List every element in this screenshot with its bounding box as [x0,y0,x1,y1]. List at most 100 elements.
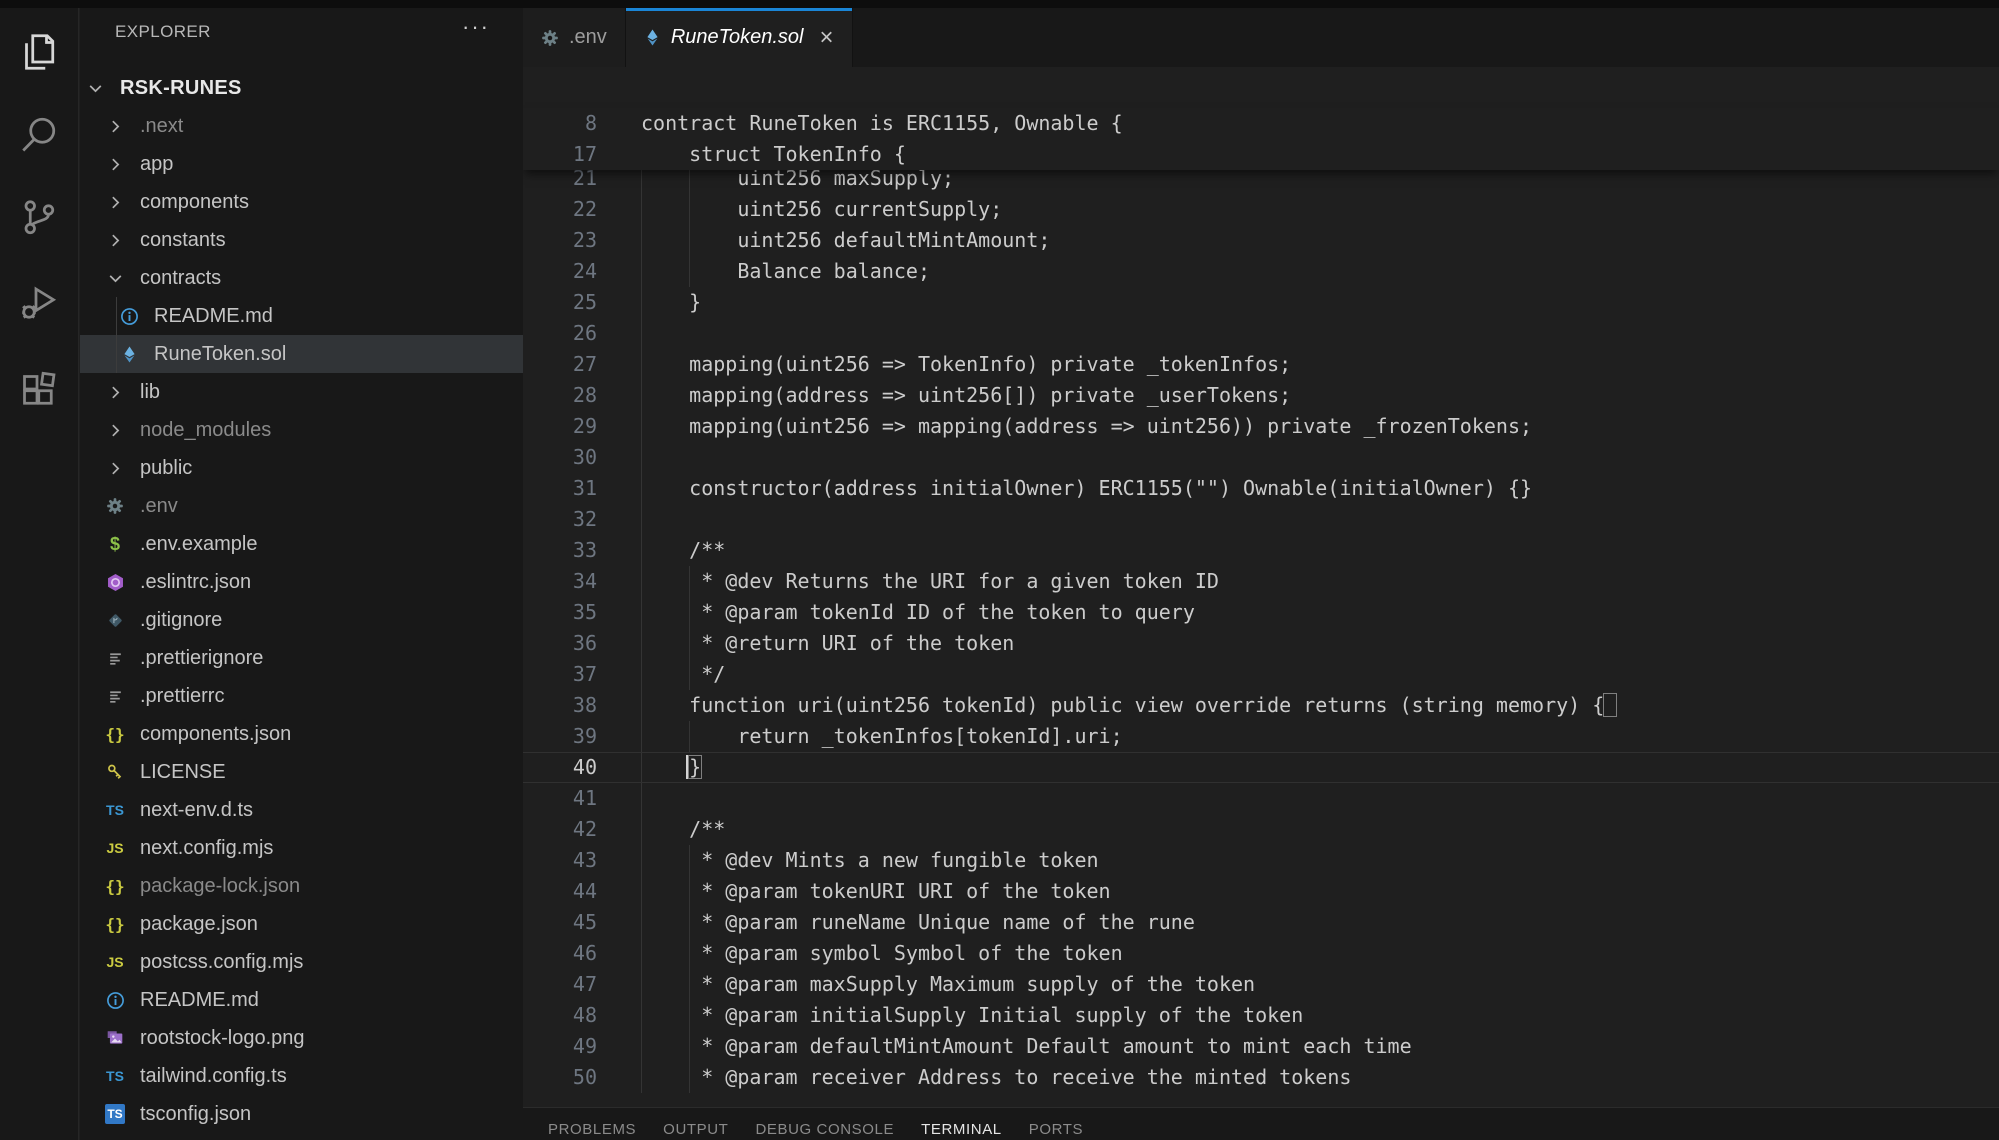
line-number: 37 [523,659,597,690]
more-actions-icon[interactable]: ··· [462,14,490,40]
line-number: 35 [523,597,597,628]
tree-item-components-json[interactable]: {}components.json [80,715,523,753]
panel-tab-debug-console[interactable]: DEBUG CONSOLE [755,1108,894,1140]
vscode-window: EXPLORER ··· RSK-RUNES.nextappcomponents… [0,0,1999,1140]
code-line-44[interactable]: 44 * @param tokenURI URI of the token [523,876,1999,907]
code-line-33[interactable]: 33 /** [523,535,1999,566]
line-number: 22 [523,194,597,225]
tree-item--gitignore[interactable]: .gitignore [80,601,523,639]
tree-item-tsconfig-json[interactable]: TStsconfig.json [80,1095,523,1133]
code-line-26[interactable]: 26 [523,318,1999,349]
tree-item-package-lock-json[interactable]: {}package-lock.json [80,867,523,905]
code-text: * @dev Mints a new fungible token [641,845,1099,876]
tree-item--env[interactable]: .env [80,487,523,525]
tree-item-label: postcss.config.mjs [140,951,303,974]
code-line-36[interactable]: 36 * @return URI of the token [523,628,1999,659]
tree-item-package-json[interactable]: {}package.json [80,905,523,943]
line-number: 45 [523,907,597,938]
panel-tab-output[interactable]: OUTPUT [663,1108,728,1140]
activity-source-control-icon[interactable] [0,191,78,243]
activity-explorer-icon[interactable] [0,26,78,78]
code-line-41[interactable]: 41 [523,783,1999,814]
code-line-34[interactable]: 34 * @dev Returns the URI for a given to… [523,566,1999,597]
line-number: 30 [523,442,597,473]
tree-item--eslintrc-json[interactable]: .eslintrc.json [80,563,523,601]
tree-item--prettierrc[interactable]: .prettierrc [80,677,523,715]
sticky-line-17[interactable]: 17 struct TokenInfo { [523,139,1999,170]
tree-item-components[interactable]: components [80,183,523,221]
code-text: Balance balance; [641,256,930,287]
code-line-27[interactable]: 27 mapping(uint256 => TokenInfo) private… [523,349,1999,380]
close-icon[interactable]: × [820,26,834,50]
code-editor[interactable]: 21 uint256 maxSupply;22 uint256 currentS… [523,67,1999,1107]
tree-item-rootstock-logo-png[interactable]: rootstock-logo.png [80,1019,523,1057]
line-number: 31 [523,473,597,504]
tree-item--env-example[interactable]: $.env.example [80,525,523,563]
panel-tab-problems[interactable]: PROBLEMS [548,1108,636,1140]
code-line-46[interactable]: 46 * @param symbol Symbol of the token [523,938,1999,969]
tree-item-next-env-d-ts[interactable]: TSnext-env.d.ts [80,791,523,829]
tree-item-license[interactable]: LICENSE [80,753,523,791]
tree-item-readme-md[interactable]: README.md [80,981,523,1019]
code-line-31[interactable]: 31 constructor(address initialOwner) ERC… [523,473,1999,504]
code-text: mapping(uint256 => mapping(address => ui… [641,411,1532,442]
tree-item--next[interactable]: .next [80,107,523,145]
code-line-50[interactable]: 50 * @param receiver Address to receive … [523,1062,1999,1093]
ethereum-icon [117,342,141,366]
code-text: function uri(uint256 tokenId) public vie… [641,690,1604,721]
code-line-30[interactable]: 30 [523,442,1999,473]
code-line-38[interactable]: 38 function uri(uint256 tokenId) public … [523,690,1999,721]
code-line-45[interactable]: 45 * @param runeName Unique name of the … [523,907,1999,938]
code-line-39[interactable]: 39 return _tokenInfos[tokenId].uri; [523,721,1999,752]
ts-icon: TS [103,798,127,822]
tree-item-lib[interactable]: lib [80,373,523,411]
sticky-line-8[interactable]: 8contract RuneToken is ERC1155, Ownable … [523,108,1999,139]
line-number: 34 [523,566,597,597]
tree-item-postcss-config-mjs[interactable]: JSpostcss.config.mjs [80,943,523,981]
tree-item-rsk-runes[interactable]: RSK-RUNES [80,69,523,107]
code-line-25[interactable]: 25 } [523,287,1999,318]
tree-item-tailwind-config-ts[interactable]: TStailwind.config.ts [80,1057,523,1095]
panel-tab-terminal[interactable]: TERMINAL [921,1108,1002,1140]
code-line-42[interactable]: 42 /** [523,814,1999,845]
tree-item-label: .env [140,495,178,518]
code-line-47[interactable]: 47 * @param maxSupply Maximum supply of … [523,969,1999,1000]
tree-item--prettierignore[interactable]: .prettierignore [80,639,523,677]
code-line-28[interactable]: 28 mapping(address => uint256[]) private… [523,380,1999,411]
code-line-40[interactable]: 40 } [523,752,1999,783]
tree-item-next-config-mjs[interactable]: JSnext.config.mjs [80,829,523,867]
line-number: 39 [523,721,597,752]
activity-run-and-debug-icon[interactable] [0,276,78,328]
code-line-24[interactable]: 24 Balance balance; [523,256,1999,287]
code-line-49[interactable]: 49 * @param defaultMintAmount Default am… [523,1031,1999,1062]
tree-item-contracts[interactable]: contracts [80,259,523,297]
activity-extensions-icon[interactable] [0,364,78,416]
code-line-48[interactable]: 48 * @param initialSupply Initial supply… [523,1000,1999,1031]
tree-item-runetoken-sol[interactable]: RuneToken.sol [80,335,523,373]
tree-item-constants[interactable]: constants [80,221,523,259]
tab--env[interactable]: .env [523,8,626,67]
panel-tab-ports[interactable]: PORTS [1029,1108,1083,1140]
tree-item-label: README.md [140,989,259,1012]
tree-item-readme-md[interactable]: README.md [80,297,523,335]
code-line-37[interactable]: 37 */ [523,659,1999,690]
sticky-scroll[interactable]: 8contract RuneToken is ERC1155, Ownable … [523,108,1999,170]
line-number: 40 [523,752,597,783]
tree-item-label: .eslintrc.json [140,571,251,594]
tab-runetoken-sol[interactable]: RuneToken.sol× [626,8,853,67]
code-text: constructor(address initialOwner) ERC115… [641,473,1532,504]
code-line-22[interactable]: 22 uint256 currentSupply; [523,194,1999,225]
tree-item-node-modules[interactable]: node_modules [80,411,523,449]
tree-item-public[interactable]: public [80,449,523,487]
activity-search-icon[interactable] [0,109,78,161]
code-line-32[interactable]: 32 [523,504,1999,535]
code-text: * @param tokenURI URI of the token [641,876,1111,907]
code-line-43[interactable]: 43 * @dev Mints a new fungible token [523,845,1999,876]
tree-indent-guide [116,297,117,373]
code-line-29[interactable]: 29 mapping(uint256 => mapping(address =>… [523,411,1999,442]
tree-item-label: node_modules [140,419,271,442]
code-text: /** [641,814,725,845]
code-line-23[interactable]: 23 uint256 defaultMintAmount; [523,225,1999,256]
tree-item-app[interactable]: app [80,145,523,183]
code-line-35[interactable]: 35 * @param tokenId ID of the token to q… [523,597,1999,628]
